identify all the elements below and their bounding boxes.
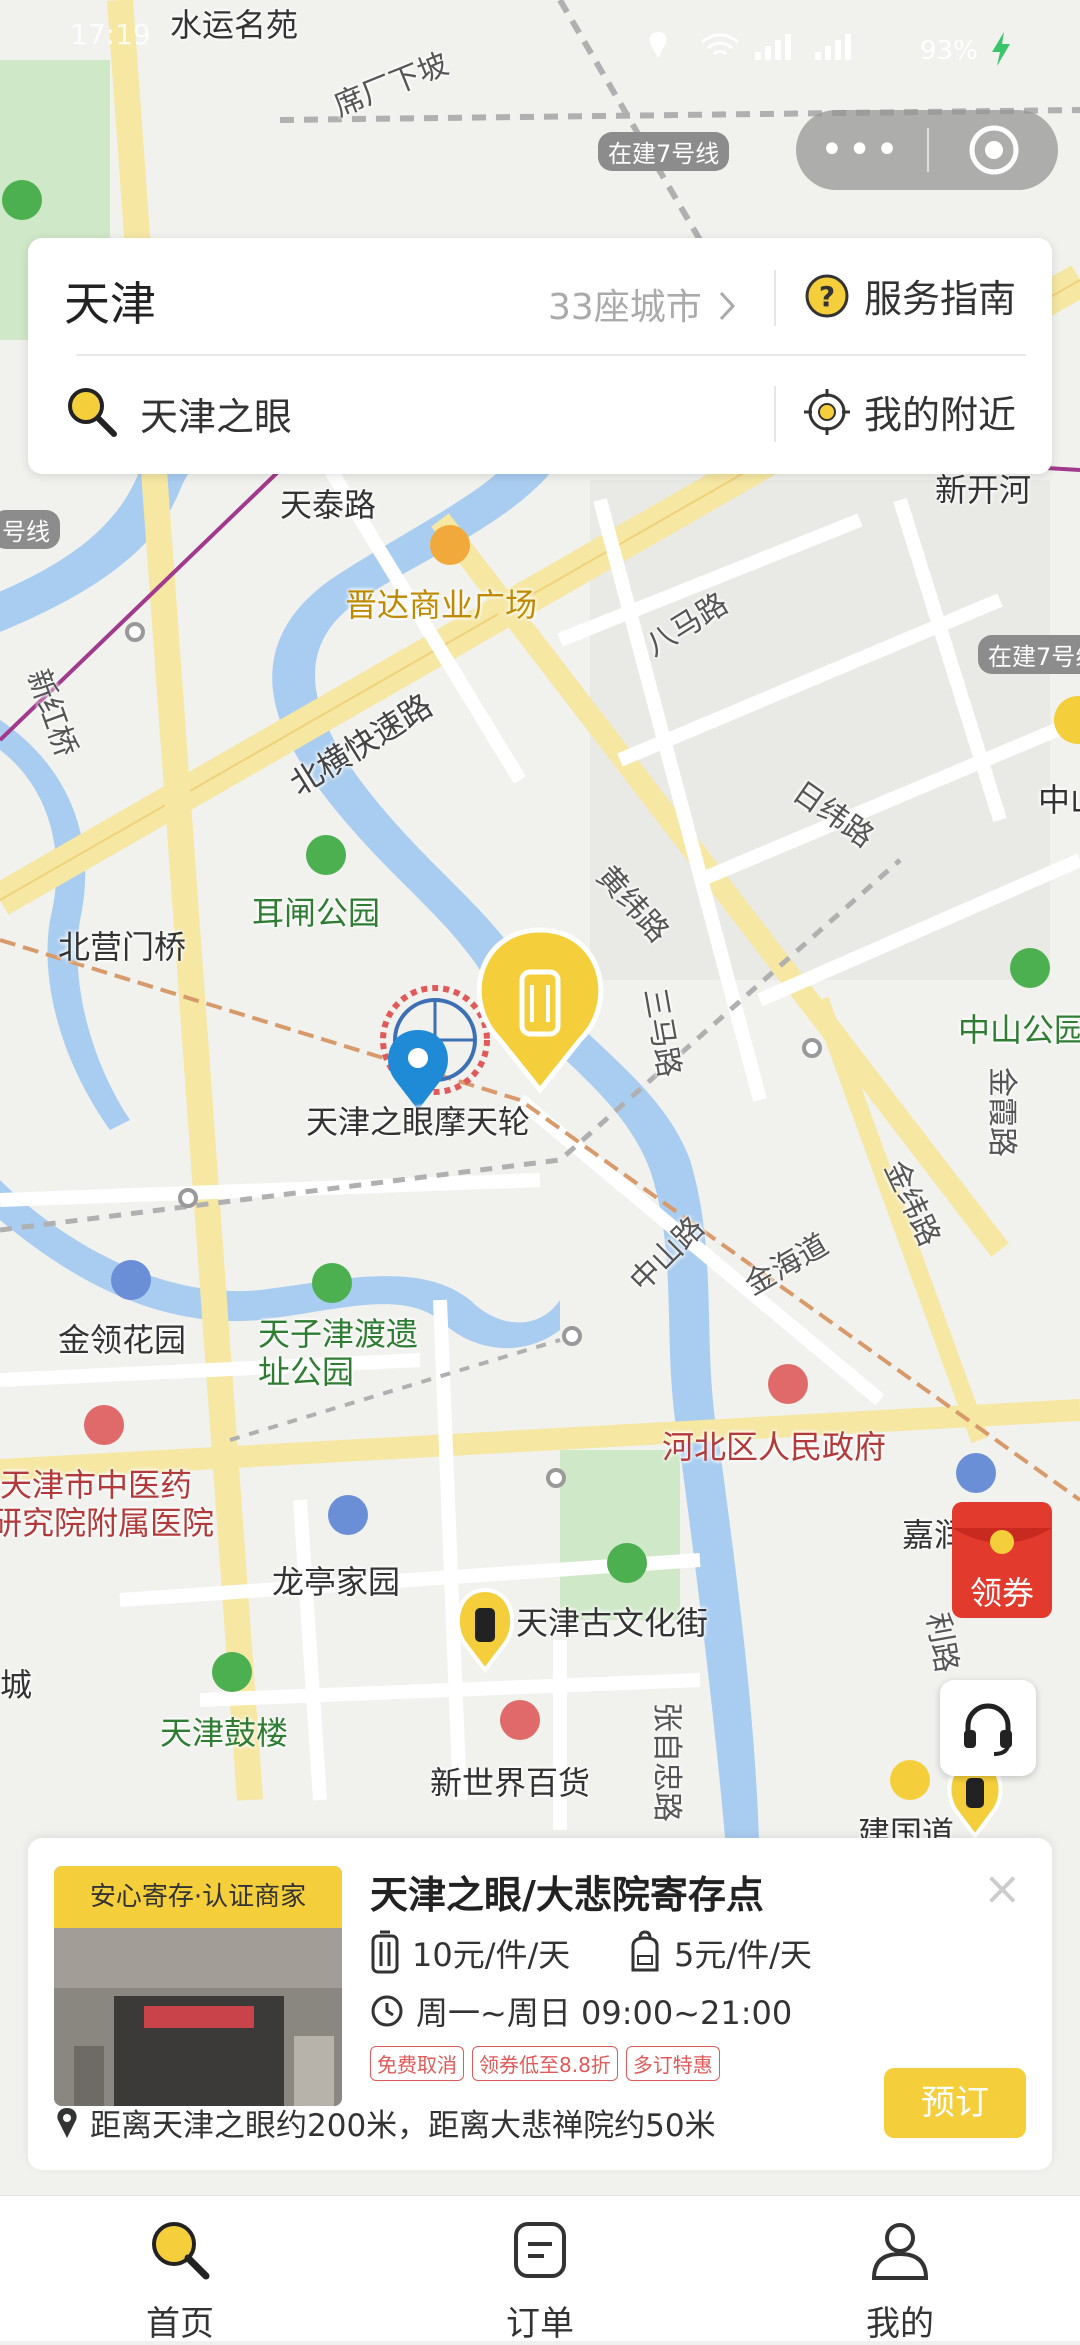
promo-tags: 免费取消 领券低至8.8折 多订特惠 (370, 2046, 720, 2081)
map-label-tianjin-eye: 天津之眼摩天轮 (306, 1103, 531, 1141)
store-photo: 安心寄存·认证商家 (54, 1866, 342, 2106)
location-pin-icon (57, 2107, 77, 2138)
svg-text:?: ? (819, 280, 835, 313)
search-icon (68, 388, 117, 437)
map-label: 研究院附属医院 (0, 1504, 215, 1542)
question-icon: ? (805, 274, 849, 317)
city-count-link[interactable]: 33座城市 (548, 278, 739, 330)
map-label: 金霞路 (984, 1067, 1019, 1157)
service-guide-button[interactable]: ? 服务指南 (804, 268, 1016, 323)
book-button[interactable]: 预订 (884, 2068, 1026, 2138)
map-label: 天津鼓楼 (160, 1714, 289, 1752)
target-icon (969, 125, 1018, 175)
opening-hours-text: 周一~周日 09:00~21:00 (416, 1994, 793, 2032)
miniprogram-capsule: ••• (796, 110, 1058, 190)
close-card-button[interactable]: × (983, 1865, 1022, 1911)
nearby-label: 我的附近 (864, 393, 1017, 437)
clock-icon (371, 1995, 403, 2027)
tab-orders-label: 订单 (506, 2304, 574, 2344)
map-label: 天津古文化街 (516, 1604, 709, 1642)
status-time: 17:19 (70, 18, 151, 51)
tab-bar: 首页 订单 我的 (0, 2195, 1080, 2344)
distance-info: 距离天津之眼约200米，距离大悲禅院约50米 (54, 2100, 716, 2145)
map-label: 天子津渡遗址公园 (258, 1315, 419, 1391)
battery-level: 93% (920, 36, 978, 66)
search-card: 天津 33座城市 ? 服务指南 天津之眼 我的附近 (28, 238, 1052, 474)
tab-orders[interactable]: 订单 (440, 2196, 640, 2344)
map-label: 金领花园 (58, 1321, 187, 1359)
coupon-button[interactable]: 领券 (948, 1498, 1056, 1622)
search-row: 天津之眼 我的附近 (28, 356, 1052, 474)
price-large-text: 10元/件/天 (412, 1936, 571, 1974)
map-label: 在建7号线 (978, 635, 1080, 674)
current-city[interactable]: 天津 (64, 268, 156, 334)
service-guide-label: 服务指南 (864, 277, 1017, 321)
map-label: 晋达商业广场 (345, 586, 538, 624)
status-bar: 17:19 93% (0, 0, 1080, 66)
charging-icon (990, 32, 1012, 73)
location-icon (645, 30, 671, 67)
backpack-icon (631, 1930, 659, 1972)
user-icon (871, 2223, 929, 2280)
order-icon (514, 2222, 566, 2278)
promo-tag: 多订特惠 (625, 2046, 720, 2081)
map-label: 中山 (1038, 781, 1080, 819)
store-name: 天津之眼/大悲院寄存点 (370, 1873, 764, 1917)
divider (774, 386, 776, 442)
price-large: 10元/件/天 (370, 1930, 570, 1976)
search-icon (152, 2222, 210, 2280)
tab-home-label: 首页 (146, 2304, 214, 2344)
chevron-right-icon (720, 291, 736, 321)
coupon-label: 领券 (969, 1574, 1034, 1612)
signal-icon (755, 34, 865, 69)
close-miniprogram-button[interactable] (929, 123, 1058, 177)
nearby-button[interactable]: 我的附近 (804, 384, 1016, 439)
map-label: 新世界百货 (430, 1764, 591, 1802)
map-label: 天泰路 (280, 486, 377, 524)
tab-mine[interactable]: 我的 (800, 2196, 1000, 2344)
tab-mine-label: 我的 (866, 2304, 934, 2344)
map-label: 北营门桥 (58, 928, 187, 966)
divider (774, 270, 776, 326)
price-small-text: 5元/件/天 (674, 1936, 812, 1974)
map-label: 城 (0, 1666, 33, 1704)
city-row: 天津 33座城市 ? 服务指南 (28, 238, 1052, 356)
more-menu-button[interactable]: ••• (796, 110, 927, 190)
search-input[interactable]: 天津之眼 (140, 386, 292, 441)
map-label: 河北区人民政府 (662, 1428, 887, 1466)
map-label: 在建7号线 (598, 132, 730, 171)
distance-text: 距离天津之眼约200米，距离大悲禅院约50米 (90, 2108, 716, 2144)
tab-home[interactable]: 首页 (80, 2196, 280, 2344)
suitcase-icon (371, 1930, 399, 1974)
wifi-icon (700, 32, 740, 67)
opening-hours: 周一~周日 09:00~21:00 (370, 1988, 792, 2034)
promo-tag: 免费取消 (370, 2046, 464, 2081)
map-label: 耳闸公园 (252, 894, 381, 932)
customer-service-button[interactable] (940, 1680, 1036, 1776)
locate-icon (804, 388, 850, 435)
promo-tag: 领券低至8.8折 (472, 2046, 618, 2081)
map-label: 龙亭家园 (272, 1563, 401, 1601)
map-label: 中山公园 (958, 1011, 1080, 1049)
price-small: 5元/件/天 (628, 1930, 812, 1976)
store-card[interactable]: 安心寄存·认证商家 天津之眼/大悲院寄存点 × 10元/件/天 5元/件/天 周… (28, 1838, 1052, 2170)
map-label: 张自忠路 (649, 1702, 684, 1822)
city-count: 33座城市 (548, 287, 702, 328)
map-label: 号线 (0, 510, 60, 549)
certified-badge: 安心寄存·认证商家 (54, 1866, 342, 1928)
headset-icon (964, 1703, 1012, 1756)
